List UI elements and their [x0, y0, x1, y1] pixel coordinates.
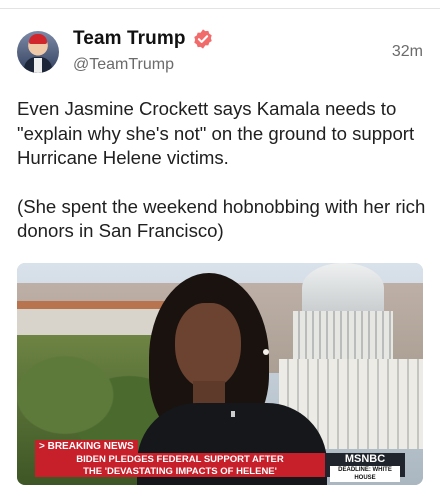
author-name-row[interactable]: Team Trump: [73, 28, 214, 50]
network-logo: MSNBC: [344, 453, 386, 465]
news-headline-banner: BIDEN PLEDGES FEDERAL SUPPORT AFTER THE …: [35, 453, 325, 477]
breaking-news-tag: > BREAKING NEWS: [35, 440, 138, 453]
author-display-name[interactable]: Team Trump: [73, 28, 186, 50]
media-person-face: [175, 303, 241, 389]
avatar[interactable]: [17, 31, 59, 73]
author-handle[interactable]: @TeamTrump: [73, 56, 174, 74]
verified-badge-icon: [193, 29, 212, 49]
headline-line-1: BIDEN PLEDGES FEDERAL SUPPORT AFTER: [76, 454, 284, 465]
post-media-image[interactable]: > BREAKING NEWS BIDEN PLEDGES FEDERAL SU…: [17, 263, 423, 485]
avatar-hat: [29, 34, 47, 44]
network-badge: MSNBC DEADLINE: WHITE HOUSE: [325, 453, 405, 482]
headline-line-2: THE 'DEVASTATING IMPACTS OF HELENE': [83, 465, 277, 477]
post-timestamp[interactable]: 32m: [392, 43, 423, 61]
avatar-shirt: [34, 58, 42, 73]
media-capitol-dome: [302, 263, 384, 313]
media-mic: [231, 411, 235, 417]
network-program: DEADLINE: WHITE HOUSE: [330, 466, 400, 482]
post-card[interactable]: Team Trump @TeamTrump 32m Even Jasmine C…: [0, 0, 440, 500]
media-earring: [263, 349, 269, 355]
post-paragraph: Even Jasmine Crockett says Kamala needs …: [17, 98, 415, 168]
media-capitol-drum: [293, 311, 393, 359]
post-text: Even Jasmine Crockett says Kamala needs …: [17, 97, 427, 244]
post-paragraph: (She spent the weekend hobnobbing with h…: [17, 195, 426, 242]
